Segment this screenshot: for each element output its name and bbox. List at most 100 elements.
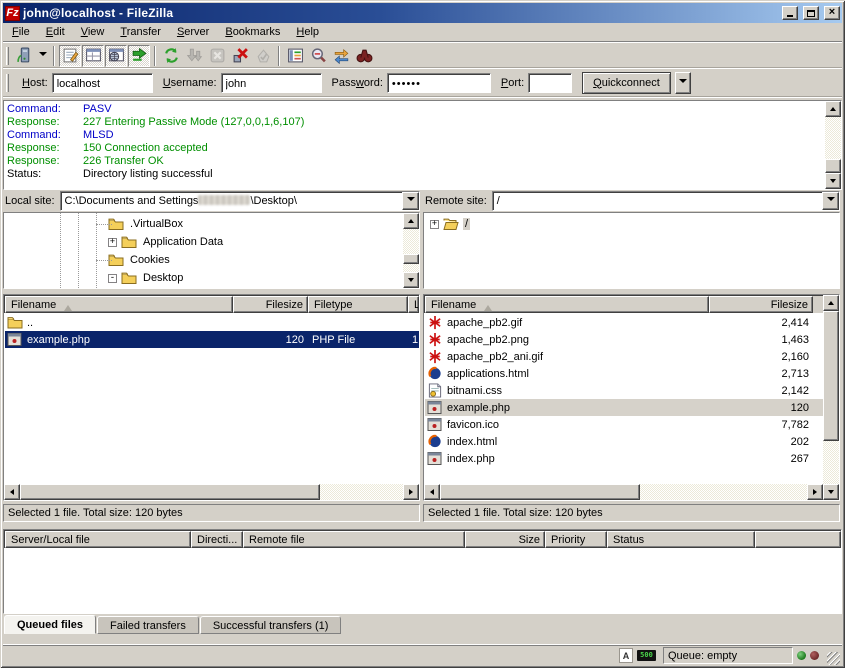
- column-header-filetype[interactable]: Filetype: [308, 296, 408, 313]
- tab-queued-files[interactable]: Queued files: [4, 615, 96, 634]
- synchronized-browsing-button[interactable]: [330, 45, 352, 67]
- toggle-remote-tree-button[interactable]: [105, 45, 127, 67]
- queue-splitter[interactable]: [3, 522, 842, 529]
- resize-grip[interactable]: [827, 652, 840, 665]
- scroll-down-button[interactable]: [825, 173, 841, 189]
- process-queue-button[interactable]: [183, 45, 205, 67]
- local-list-hscrollbar[interactable]: [4, 484, 419, 500]
- menu-edit[interactable]: Edit: [38, 24, 73, 41]
- toggle-local-tree-button[interactable]: [82, 45, 104, 67]
- column-header-size[interactable]: Size: [465, 531, 545, 548]
- cancel-operation-button[interactable]: [206, 45, 228, 67]
- maximize-button[interactable]: [803, 6, 819, 20]
- menu-server[interactable]: Server: [169, 24, 217, 41]
- expand-icon[interactable]: +: [108, 238, 117, 247]
- toolbar-gripper[interactable]: [6, 47, 9, 65]
- remote-file-row[interactable]: index.html 202: [425, 433, 823, 450]
- local-file-row-selected[interactable]: example.php 120 PHP File 1: [5, 331, 419, 348]
- column-header-server-local-file[interactable]: Server/Local file: [5, 531, 191, 548]
- scroll-up-button[interactable]: [825, 101, 841, 117]
- tree-item-virtualbox[interactable]: .VirtualBox: [4, 215, 403, 233]
- host-input[interactable]: [52, 73, 153, 93]
- scrollbar-thumb[interactable]: [440, 484, 640, 500]
- parent-directory-row[interactable]: ..: [5, 314, 419, 331]
- scroll-right-button[interactable]: [403, 484, 419, 500]
- scrollbar-thumb[interactable]: [20, 484, 320, 500]
- remote-file-row[interactable]: apache_pb2_ani.gif 2,160: [425, 348, 823, 365]
- scroll-left-button[interactable]: [4, 484, 20, 500]
- speed-limits-icon[interactable]: 500: [637, 650, 656, 661]
- remote-file-row[interactable]: apache_pb2.gif 2,414: [425, 314, 823, 331]
- tree-item-root[interactable]: + /: [424, 215, 839, 233]
- local-directory-tree[interactable]: .VirtualBox + Application Data Cookies -: [4, 213, 403, 288]
- tab-failed-transfers[interactable]: Failed transfers: [97, 616, 199, 634]
- column-header-remote-file[interactable]: Remote file: [243, 531, 465, 548]
- data-type-icon[interactable]: A: [619, 648, 633, 663]
- remote-file-row[interactable]: bitnami.css 2,142: [425, 382, 823, 399]
- scroll-up-button[interactable]: [823, 295, 839, 311]
- quickconnect-button[interactable]: Quickconnect: [582, 72, 671, 94]
- remote-file-row[interactable]: applications.html 2,713: [425, 365, 823, 382]
- toggle-queue-button[interactable]: [128, 45, 150, 67]
- expand-icon[interactable]: +: [430, 220, 439, 229]
- scroll-down-button[interactable]: [823, 484, 839, 500]
- column-header-priority[interactable]: Priority: [545, 531, 607, 548]
- toggle-message-log-button[interactable]: [59, 45, 81, 67]
- menu-file[interactable]: File: [4, 24, 38, 41]
- minimize-button[interactable]: [782, 6, 798, 20]
- local-file-list[interactable]: .. example.php 120 PHP File 1: [4, 313, 419, 484]
- disconnect-button[interactable]: [229, 45, 251, 67]
- quickconnect-gripper[interactable]: [6, 74, 9, 92]
- local-site-combo[interactable]: C:\Documents and Settings\Desktop\: [60, 191, 420, 211]
- close-button[interactable]: ×: [824, 6, 840, 20]
- remote-site-dropdown[interactable]: [822, 192, 839, 210]
- scrollbar-thumb[interactable]: [403, 254, 419, 264]
- remote-list-vscrollbar[interactable]: [823, 295, 839, 500]
- site-manager-button[interactable]: [13, 45, 35, 67]
- column-header-filename[interactable]: Filename: [425, 296, 709, 313]
- menu-help[interactable]: Help: [288, 24, 327, 41]
- message-log[interactable]: Command:PASV Response:227 Entering Passi…: [4, 101, 825, 189]
- remote-site-combo[interactable]: /: [492, 191, 840, 211]
- queue-list[interactable]: [4, 548, 841, 613]
- scroll-down-button[interactable]: [403, 272, 419, 288]
- password-input[interactable]: [387, 73, 491, 93]
- tree-item-desktop[interactable]: - Desktop: [4, 269, 403, 287]
- column-header-lastmodified[interactable]: L: [408, 296, 419, 313]
- quickconnect-dropdown[interactable]: [675, 72, 691, 94]
- collapse-icon[interactable]: -: [108, 274, 117, 283]
- title-bar[interactable]: Fz john@localhost - FileZilla ×: [3, 3, 842, 23]
- search-files-button[interactable]: [353, 45, 375, 67]
- remote-file-list[interactable]: apache_pb2.gif 2,414 apache_pb2.png 1,46…: [424, 313, 823, 484]
- column-header-direction[interactable]: Directi...: [191, 531, 243, 548]
- port-input[interactable]: [528, 73, 572, 93]
- local-tree-scrollbar[interactable]: [403, 213, 419, 288]
- remote-file-row[interactable]: index.php 267: [425, 450, 823, 467]
- column-header-filename[interactable]: Filename: [5, 296, 233, 313]
- menu-transfer[interactable]: Transfer: [112, 24, 169, 41]
- menu-bookmarks[interactable]: Bookmarks: [217, 24, 288, 41]
- log-scrollbar[interactable]: [825, 101, 841, 189]
- column-header-filesize[interactable]: Filesize: [709, 296, 813, 313]
- directory-comparison-button[interactable]: [307, 45, 329, 67]
- remote-file-row[interactable]: favicon.ico 7,782: [425, 416, 823, 433]
- scroll-left-button[interactable]: [424, 484, 440, 500]
- remote-file-row[interactable]: apache_pb2.png 1,463: [425, 331, 823, 348]
- column-header-status[interactable]: Status: [607, 531, 755, 548]
- remote-directory-tree[interactable]: + /: [424, 213, 839, 288]
- remote-file-row-selected[interactable]: example.php 120: [425, 399, 823, 416]
- refresh-button[interactable]: [160, 45, 182, 67]
- scroll-up-button[interactable]: [403, 213, 419, 229]
- scrollbar-thumb[interactable]: [823, 311, 839, 441]
- scrollbar-thumb[interactable]: [825, 159, 841, 173]
- remote-list-hscrollbar[interactable]: [424, 484, 823, 500]
- scroll-right-button[interactable]: [807, 484, 823, 500]
- username-input[interactable]: [221, 73, 322, 93]
- column-header-filesize[interactable]: Filesize: [233, 296, 308, 313]
- tab-successful-transfers[interactable]: Successful transfers (1): [200, 616, 342, 634]
- site-manager-dropdown[interactable]: [36, 45, 49, 67]
- local-site-dropdown[interactable]: [402, 192, 419, 210]
- menu-view[interactable]: View: [73, 24, 113, 41]
- filter-button[interactable]: [284, 45, 306, 67]
- tree-item-cookies[interactable]: Cookies: [4, 251, 403, 269]
